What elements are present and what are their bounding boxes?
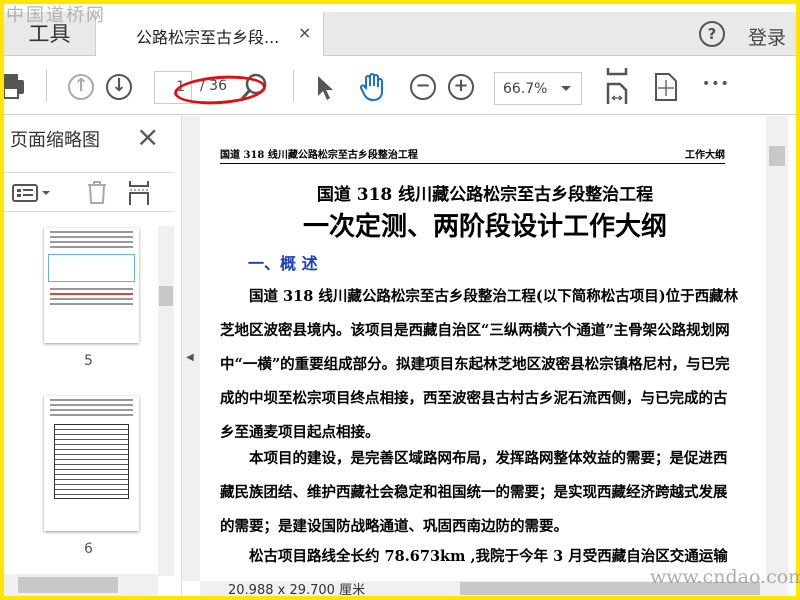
chevron-left-icon: ◀ xyxy=(186,352,194,363)
more-options-icon[interactable]: ••• xyxy=(702,76,730,92)
fit-width-icon[interactable] xyxy=(606,68,630,104)
document-vertical-scrollbar[interactable] xyxy=(766,116,788,581)
thumbnail-options-icon[interactable] xyxy=(12,183,52,203)
watermark-url: www.cndao.com xyxy=(650,566,800,588)
divider xyxy=(293,70,294,102)
divider xyxy=(46,70,47,102)
close-tab-icon[interactable]: × xyxy=(298,23,311,42)
help-icon[interactable]: ? xyxy=(699,21,725,47)
toolbar: ↑ ↓ 1 / 36 − + 66.7% ••• xyxy=(4,56,796,115)
tab-document[interactable]: 公路松宗至古乡段... × xyxy=(96,12,324,57)
thumbnail-horizontal-scrollbar[interactable] xyxy=(4,574,158,596)
document-view[interactable]: 国道 318 线川藏公路松宗至古乡段整治工程 工作大纲 国道 318 线川藏公路松… xyxy=(200,116,766,581)
thumbnail-page-6[interactable] xyxy=(44,396,139,531)
chevron-down-icon xyxy=(561,86,571,91)
paragraph: 本项目的建设，是完善区域路网布局，发挥路网整体效益的需要；是促进西藏民族团结、维… xyxy=(220,450,728,535)
thumbnail-page-number: 6 xyxy=(84,541,93,557)
zoom-value: 66.7% xyxy=(503,81,548,97)
close-panel-icon[interactable]: × xyxy=(136,120,159,153)
collapse-panel-button[interactable]: ◀ xyxy=(182,116,200,581)
zoom-select[interactable]: 66.7% xyxy=(494,72,582,105)
insert-page-icon[interactable] xyxy=(128,181,150,205)
document-title: 国道 318 线川藏公路松宗至古乡段整治工程 xyxy=(316,185,654,205)
select-cursor-icon[interactable] xyxy=(316,74,336,102)
zoom-in-icon[interactable]: + xyxy=(448,74,474,100)
thumbnail-panel: 页面缩略图 × 5 6 xyxy=(4,116,182,596)
delete-icon[interactable] xyxy=(86,181,108,205)
document-subtitle: 一次定测、两阶段设计工作大纲 xyxy=(302,212,667,242)
tab-bar: 工具 公路松宗至古乡段... × ? 登录 xyxy=(4,12,796,57)
print-icon[interactable] xyxy=(4,72,26,100)
next-page-icon[interactable]: ↓ xyxy=(106,74,132,100)
header-left: 国道 318 线川藏公路松宗至古乡段整治工程 xyxy=(220,150,418,161)
paragraph: 国道 318 线川藏公路松宗至古乡段整治工程(以下简称松古项目)位于西藏林芝地区… xyxy=(220,288,739,441)
thumbnail-page-5[interactable] xyxy=(44,228,139,343)
page-size: 20.988 x 29.700 厘米 xyxy=(228,583,366,596)
tab-document-title: 公路松宗至古乡段... xyxy=(136,28,280,47)
watermark-logo: 中国道桥网 xyxy=(6,5,106,26)
panel-toolbar xyxy=(4,172,174,212)
login-button[interactable]: 登录 xyxy=(748,23,786,50)
section-heading: 一、概 述 xyxy=(248,254,318,273)
thumbnail-page-number: 5 xyxy=(84,353,93,369)
hand-tool-icon[interactable] xyxy=(358,72,388,102)
previous-page-icon[interactable]: ↑ xyxy=(68,74,94,100)
zoom-out-icon[interactable]: − xyxy=(410,74,436,100)
page-header: 国道 318 线川藏公路松宗至古乡段整治工程 工作大纲 xyxy=(220,146,725,164)
pdf-page: 国道 318 线川藏公路松宗至古乡段整治工程 工作大纲 国道 318 线川藏公路松… xyxy=(220,116,738,581)
thumbnail-vertical-scrollbar[interactable] xyxy=(158,226,174,576)
panel-title: 页面缩略图 xyxy=(10,130,100,151)
fit-page-icon[interactable] xyxy=(654,72,678,102)
header-right: 工作大纲 xyxy=(685,150,725,161)
